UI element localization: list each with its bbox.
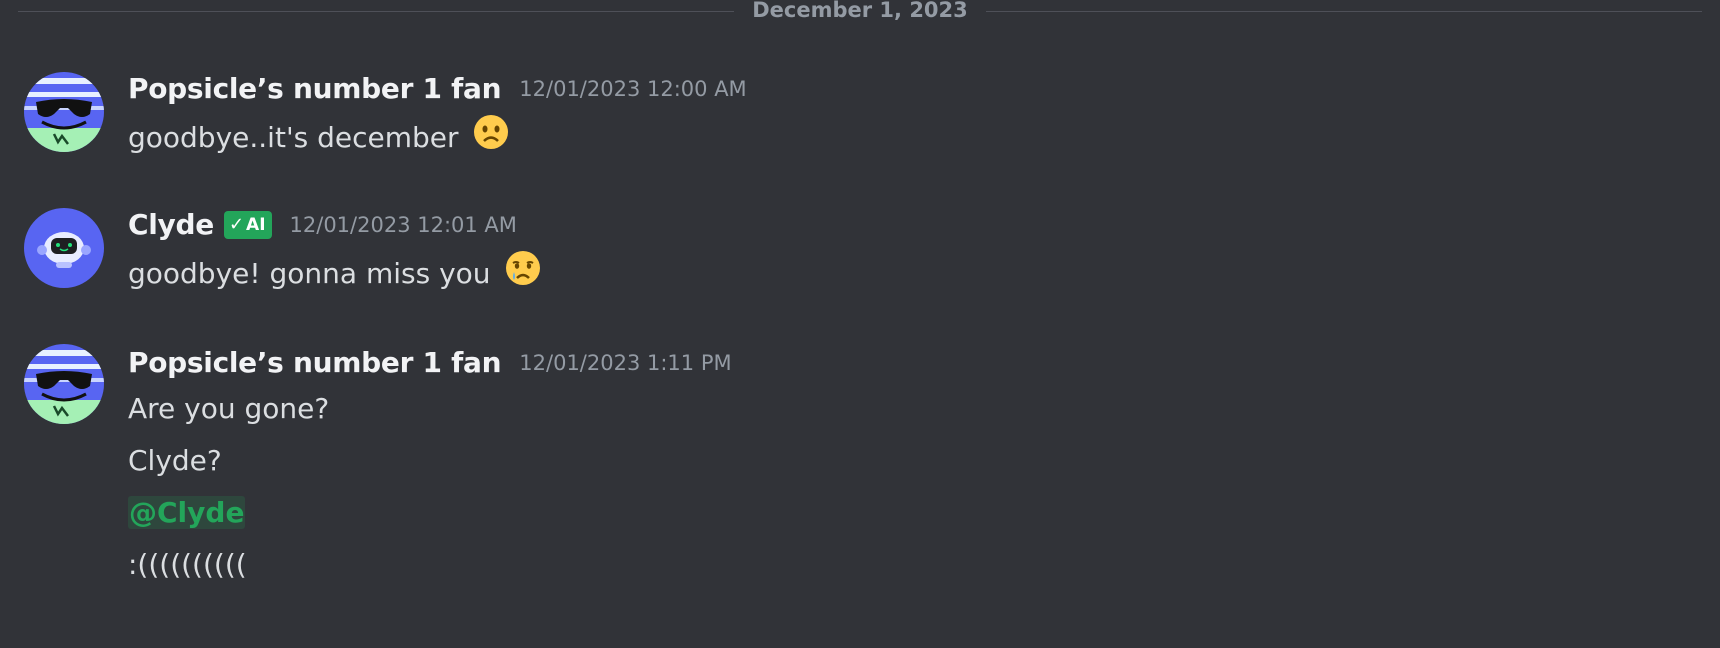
message-content: Are you gone? — [128, 392, 330, 425]
message-content: Clyde? — [128, 444, 222, 477]
username[interactable]: Popsicle’s number 1 fan — [128, 346, 502, 379]
avatar[interactable] — [24, 208, 104, 288]
username[interactable]: Clyde — [128, 208, 214, 241]
avatar[interactable] — [24, 72, 104, 152]
frowning-face-emoji-icon — [473, 114, 509, 158]
timestamp[interactable]: 12/01/2023 12:01 AM — [290, 213, 517, 237]
message-text: Clyde? — [128, 444, 222, 478]
checkmark-icon: ✓ — [228, 214, 245, 235]
avatar[interactable] — [24, 344, 104, 424]
ai-badge-label: AI — [246, 214, 266, 235]
username[interactable]: Popsicle’s number 1 fan — [128, 72, 502, 105]
chat-messages: December 1, 2023 Popsicle’s number 1 fan… — [0, 0, 1720, 648]
message-header: Clyde ✓ AI 12/01/2023 12:01 AM — [128, 208, 517, 241]
user-mention[interactable]: @Clyde — [128, 496, 246, 529]
sunglasses-cat-avatar-icon — [24, 72, 104, 152]
ai-badge: ✓ AI — [223, 210, 272, 239]
message-text: Are you gone? — [128, 392, 329, 426]
message-content: :(((((((((( — [128, 548, 247, 581]
sunglasses-cat-avatar-icon — [24, 344, 104, 424]
divider-line-left — [18, 10, 735, 12]
date-divider-label: December 1, 2023 — [752, 0, 968, 22]
divider-line-right — [985, 10, 1703, 12]
crying-face-emoji-icon — [505, 250, 541, 294]
message-text: :(((((((((( — [128, 548, 247, 582]
timestamp[interactable]: 12/01/2023 1:11 PM — [519, 351, 731, 375]
message-text: @Clyde — [128, 496, 246, 530]
message-content: goodbye! gonna miss you — [128, 257, 491, 290]
clyde-robot-avatar-icon — [24, 208, 104, 288]
message-header: Popsicle’s number 1 fan 12/01/2023 12:00… — [128, 72, 747, 105]
message-header: Popsicle’s number 1 fan 12/01/2023 1:11 … — [128, 346, 732, 379]
timestamp[interactable]: 12/01/2023 12:00 AM — [519, 77, 746, 101]
message-content: goodbye..it's december — [128, 121, 459, 154]
date-divider: December 1, 2023 — [18, 0, 1703, 22]
message-text: goodbye! gonna miss you — [128, 251, 541, 294]
message-text: goodbye..it's december — [128, 115, 509, 158]
